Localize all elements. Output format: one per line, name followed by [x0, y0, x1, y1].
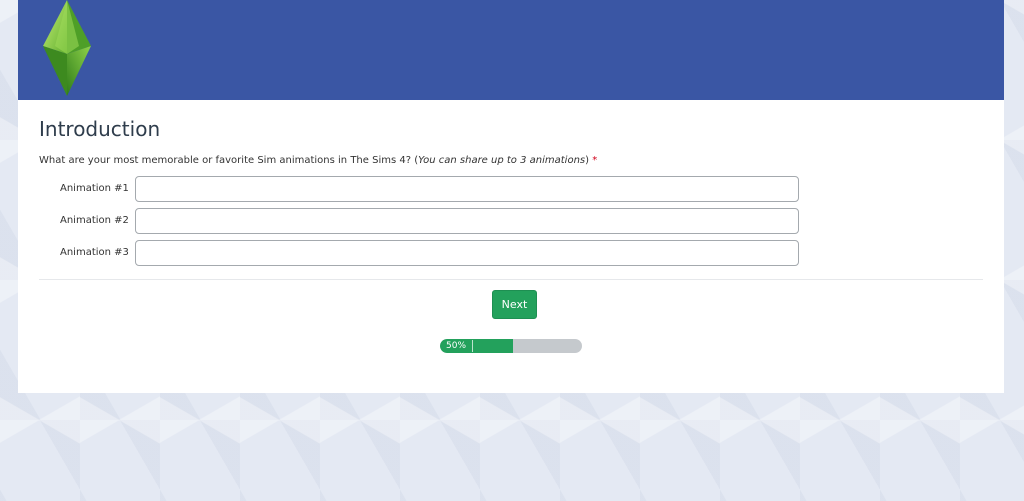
progress-label: 50% — [446, 341, 467, 351]
animation-1-row: Animation #1 — [18, 176, 1004, 202]
progress-separator — [472, 340, 473, 352]
page-title: Introduction — [39, 117, 161, 141]
animation-2-row: Animation #2 — [18, 208, 1004, 234]
question-text: What are your most memorable or favorite… — [39, 155, 597, 166]
progress-bar: 50% — [440, 339, 582, 353]
plumbob-icon — [43, 0, 91, 96]
question-close: ) — [585, 155, 590, 166]
animation-1-label: Animation #1 — [60, 183, 129, 194]
animation-3-label: Animation #3 — [60, 247, 129, 258]
question-prompt: What are your most memorable or favorite… — [39, 155, 419, 166]
next-button[interactable]: Next — [492, 290, 537, 319]
header-banner — [18, 0, 1004, 100]
animation-3-input[interactable] — [135, 240, 799, 266]
animation-2-input[interactable] — [135, 208, 799, 234]
animation-1-input[interactable] — [135, 176, 799, 202]
required-marker: * — [592, 155, 598, 166]
survey-card: Introduction What are your most memorabl… — [18, 0, 1004, 393]
question-hint: You can share up to 3 animations — [418, 155, 586, 166]
animation-2-label: Animation #2 — [60, 215, 129, 226]
section-divider — [39, 279, 983, 280]
animation-3-row: Animation #3 — [18, 240, 1004, 266]
